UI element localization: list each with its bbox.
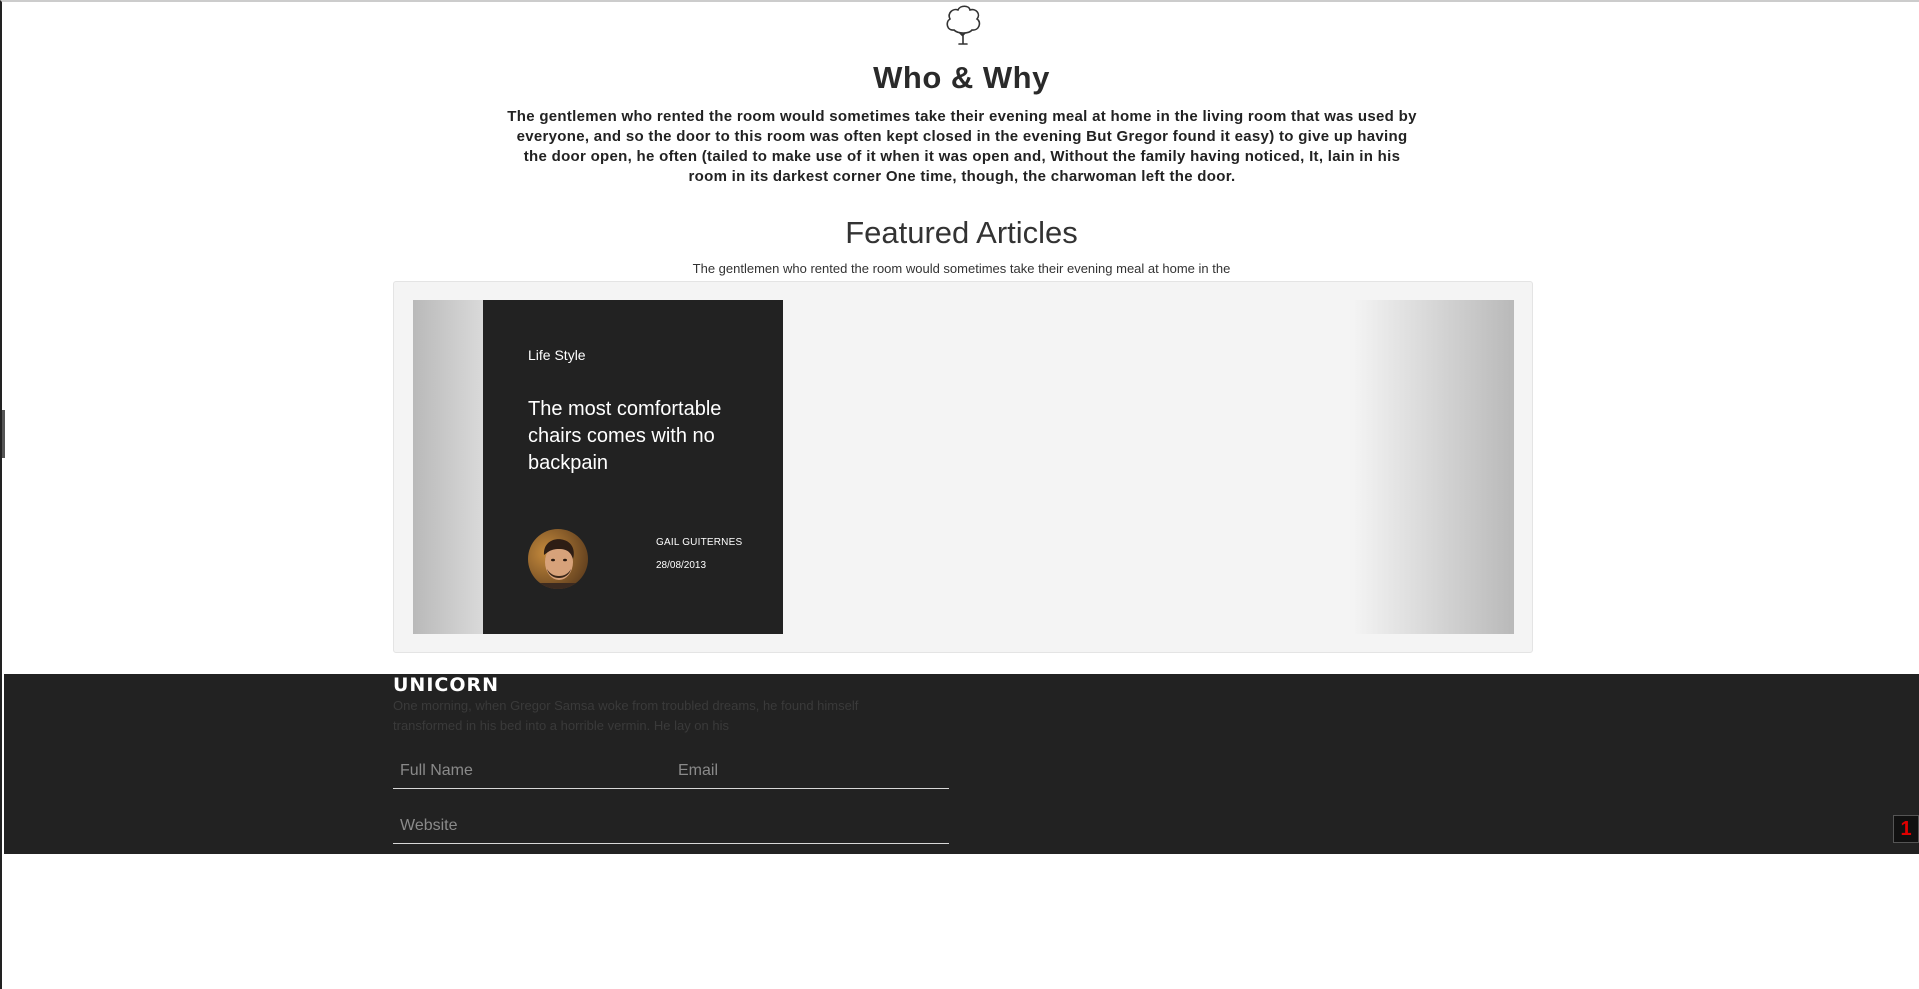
carousel-stage[interactable]: Life Style The most comfortable chairs c… [413,300,1514,634]
full-name-input[interactable] [393,753,671,789]
featured-articles-subtitle: The gentlemen who rented the room would … [692,261,1231,276]
corner-widget-button[interactable]: 1 [1893,815,1919,843]
article-author: GAIL GUITERNES [656,537,743,548]
carousel-left-fade [413,300,484,634]
article-card[interactable]: Life Style The most comfortable chairs c… [483,300,783,634]
who-why-title: Who & Why [873,60,1050,95]
author-avatar [528,529,588,589]
article-title[interactable]: The most comfortable chairs comes with n… [528,396,748,477]
carousel-right-fade [1353,300,1514,634]
article-date: 28/08/2013 [656,560,707,571]
featured-articles-title: Featured Articles [845,215,1078,250]
side-tab[interactable] [2,410,5,458]
website-input[interactable] [393,808,949,844]
articles-carousel: Life Style The most comfortable chairs c… [393,281,1533,653]
who-why-text: The gentlemen who rented the room would … [507,108,1417,185]
email-input[interactable] [671,753,949,789]
article-category: Life Style [528,347,586,363]
tree-icon[interactable] [942,4,984,46]
author-avatar-image [528,529,588,589]
page: Who & Why The gentlemen who rented the r… [0,0,1919,989]
footer-text: One morning, when Gregor Samsa woke from… [393,698,859,733]
footer-brand: UNICORN [393,674,500,696]
footer: UNICORN One morning, when Gregor Samsa w… [4,674,1919,854]
